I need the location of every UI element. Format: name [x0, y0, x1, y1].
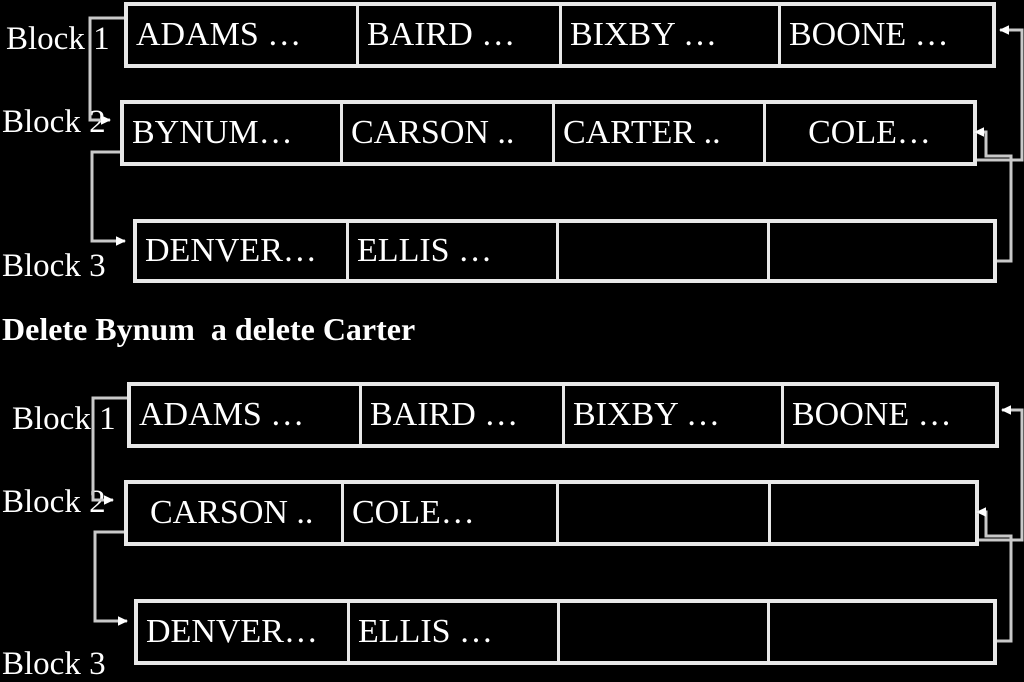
- block-cell[interactable]: ELLIS …: [350, 603, 561, 661]
- block-cell[interactable]: [770, 603, 993, 661]
- block-label-1-top: Block 1: [6, 21, 110, 57]
- cell-text: BIXBY …: [570, 16, 718, 53]
- cell-text: BAIRD …: [370, 396, 519, 433]
- block-cell[interactable]: ADAMS …: [131, 386, 362, 444]
- block-cell[interactable]: [560, 603, 771, 661]
- block-cell[interactable]: [558, 484, 771, 542]
- cell-text: COLE…: [808, 114, 931, 151]
- cell-text: BOONE …: [792, 396, 952, 433]
- cell-text: CARSON ..: [351, 114, 515, 151]
- block-cell[interactable]: BYNUM…: [124, 104, 343, 162]
- block-label-2-bottom: Block 2: [2, 484, 106, 520]
- cell-text: COLE…: [351, 494, 475, 531]
- block-cell[interactable]: BIXBY …: [562, 6, 781, 64]
- block-cell[interactable]: ELLIS …: [349, 223, 560, 279]
- block-cell[interactable]: BOONE …: [784, 386, 995, 444]
- block-cell[interactable]: COLE…: [766, 104, 973, 162]
- block-row-3-top: DENVER… ELLIS …: [133, 219, 997, 283]
- block-cell[interactable]: [559, 223, 771, 279]
- cell-text: BAIRD …: [367, 16, 516, 53]
- block-row-2-top: BYNUM… CARSON .. CARTER .. COLE…: [120, 100, 977, 166]
- cell-text: ADAMS …: [139, 396, 305, 433]
- cell-text: ADAMS …: [136, 16, 302, 53]
- diagram-before-delete: Block 1 ADAMS … BAIRD … BIXBY … BOONE … …: [0, 0, 1024, 300]
- block-row-3-bottom: DENVER… ELLIS …: [134, 599, 997, 665]
- block-cell[interactable]: COLE…: [343, 484, 559, 542]
- block-label-3-top: Block 3: [2, 248, 106, 284]
- block-cell[interactable]: DENVER…: [138, 603, 351, 661]
- cell-text: ELLIS …: [357, 232, 493, 269]
- cell-text: DENVER…: [145, 232, 317, 269]
- block-row-1-bottom: ADAMS … BAIRD … BIXBY … BOONE …: [127, 382, 999, 448]
- block-cell[interactable]: CARSON ..: [343, 104, 555, 162]
- block-cell[interactable]: [770, 484, 975, 542]
- block-cell[interactable]: BAIRD …: [362, 386, 565, 444]
- cell-text: BOONE …: [789, 16, 949, 53]
- cell-text: DENVER…: [146, 613, 318, 650]
- block-cell[interactable]: [770, 223, 993, 279]
- cell-text: CARTER ..: [563, 114, 721, 151]
- caption-text: Delete Bynum a delete Carter: [2, 311, 416, 347]
- block-cell[interactable]: ADAMS …: [128, 6, 359, 64]
- cell-text: BYNUM…: [132, 114, 293, 151]
- diagram-after-delete: Block 1 ADAMS … BAIRD … BIXBY … BOONE … …: [0, 370, 1024, 681]
- block-cell[interactable]: CARTER ..: [555, 104, 766, 162]
- block-row-2-bottom: CARSON .. COLE…: [124, 480, 979, 546]
- block-label-3-bottom: Block 3: [2, 646, 106, 682]
- block-cell[interactable]: CARSON ..: [128, 484, 344, 542]
- diagram-canvas: Block 1 ADAMS … BAIRD … BIXBY … BOONE … …: [0, 0, 1024, 681]
- cell-text: CARSON ..: [150, 494, 314, 531]
- block-row-1-top: ADAMS … BAIRD … BIXBY … BOONE …: [124, 2, 996, 68]
- block-label-2-top: Block 2: [2, 104, 106, 140]
- block-cell[interactable]: BOONE …: [781, 6, 992, 64]
- block-cell[interactable]: BAIRD …: [359, 6, 562, 64]
- cell-text: BIXBY …: [573, 396, 721, 433]
- cell-text: ELLIS …: [358, 613, 494, 650]
- block-cell[interactable]: BIXBY …: [565, 386, 784, 444]
- block-label-1-bottom: Block 1: [12, 401, 116, 437]
- block-cell[interactable]: DENVER…: [137, 223, 350, 279]
